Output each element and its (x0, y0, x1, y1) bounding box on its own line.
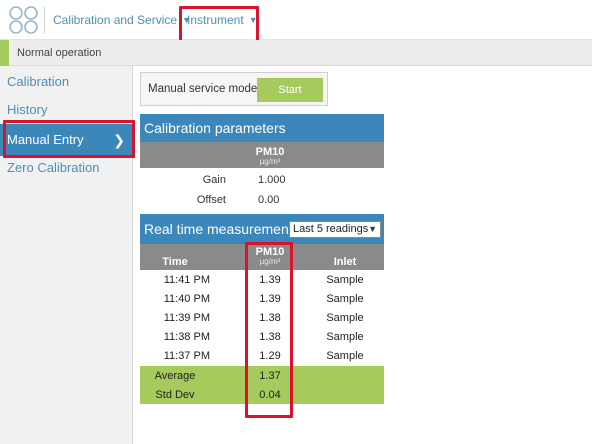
status-indicator (0, 40, 9, 66)
calibration-column-header: PM10 µg/m³ (140, 142, 384, 168)
highlight-instrument (179, 6, 259, 44)
offset-label: Offset (196, 194, 226, 206)
gain-row: Gain 1.000 (140, 170, 384, 190)
nav-calibration-and-service[interactable]: Calibration and Service ▼ (53, 13, 191, 27)
chevron-down-icon: ▼ (368, 224, 377, 234)
inlet-cell: Sample (326, 312, 364, 324)
inlet-cell: Sample (326, 331, 364, 343)
readings-select-value: Last 5 readings (293, 223, 369, 235)
inlet-cell: Sample (326, 350, 364, 362)
sidebar-item-zero-calibration[interactable]: Zero Calibration (0, 154, 133, 182)
status-bar: Normal operation (0, 40, 592, 66)
inlet-cell: Sample (326, 293, 364, 305)
stddev-label: Std Dev (155, 389, 195, 401)
calibration-parameters-header: Calibration parameters (140, 114, 384, 142)
nav-calibration-label: Calibration and Service (53, 13, 178, 27)
average-label: Average (154, 370, 196, 382)
inlet-cell: Sample (326, 274, 364, 286)
time-cell: 11:40 PM (163, 293, 210, 305)
app-logo-icon (9, 6, 38, 34)
manual-service-label: Manual service mode (148, 83, 258, 95)
sidebar-item-calibration[interactable]: Calibration (0, 68, 133, 96)
status-text: Normal operation (17, 47, 102, 59)
calibration-unit-label: µg/m³ (259, 157, 281, 166)
time-cell: 11:39 PM (163, 312, 210, 324)
highlight-manual-entry (3, 120, 135, 158)
start-button[interactable]: Start (257, 78, 323, 102)
highlight-pm10-column (245, 242, 293, 418)
readings-select[interactable]: Last 5 readings ▼ (289, 221, 381, 238)
manual-service-panel: Manual service mode Start (140, 72, 328, 106)
time-cell: 11:37 PM (163, 350, 210, 362)
time-cell: 11:41 PM (163, 274, 210, 286)
offset-value: 0.00 (258, 194, 280, 206)
time-column-header: Time (162, 256, 188, 268)
gain-value: 1.000 (258, 174, 286, 186)
gain-label: Gain (202, 174, 226, 186)
logo-divider (44, 7, 45, 33)
inlet-column-header: Inlet (333, 256, 357, 268)
offset-row: Offset 0.00 (140, 190, 384, 210)
time-cell: 11:38 PM (163, 331, 210, 343)
top-bar: Calibration and Service ▼ Instrument ▼ (0, 0, 592, 40)
